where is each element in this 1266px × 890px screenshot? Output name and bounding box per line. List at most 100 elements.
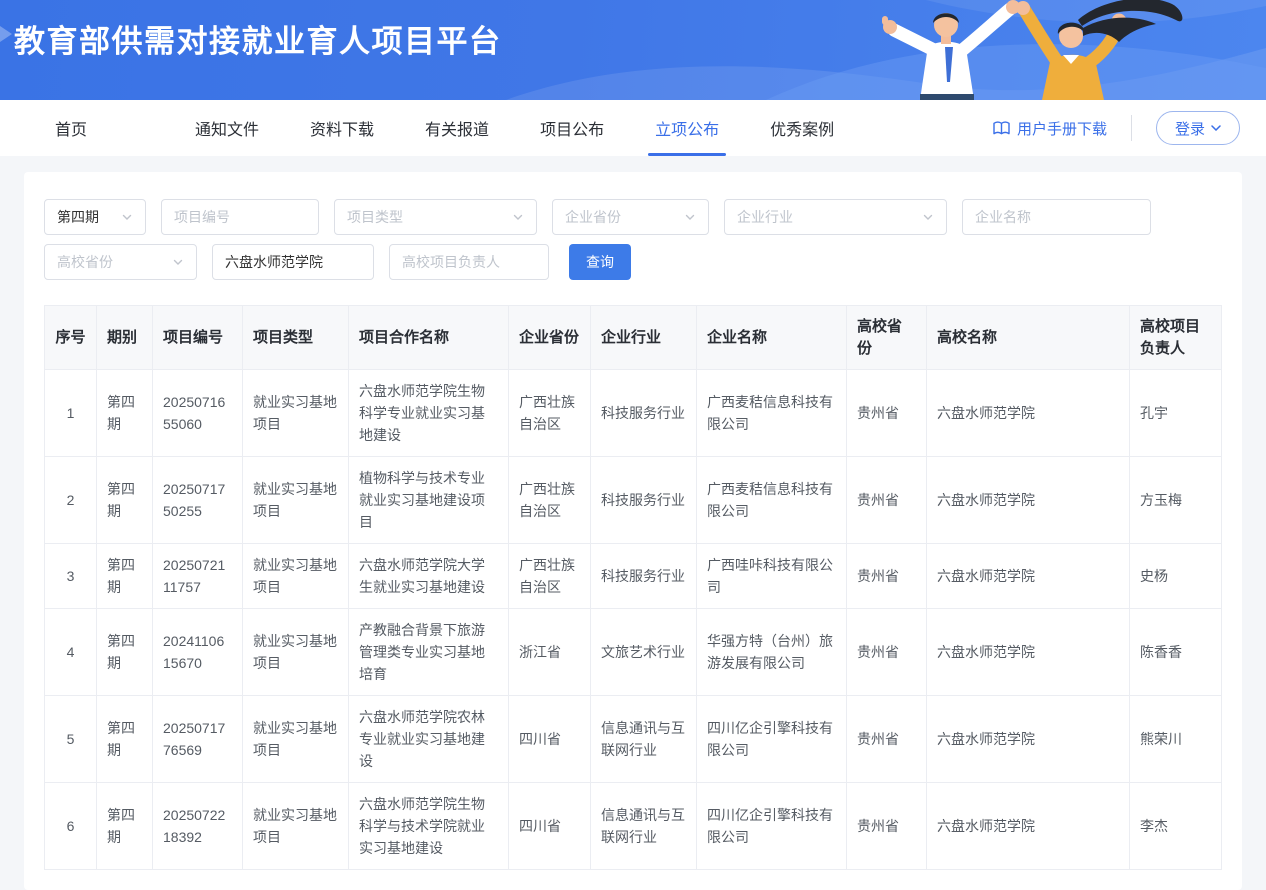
table-row: 2第四期2025071750255就业实习基地项目植物科学与技术专业就业实习基地…: [45, 457, 1222, 544]
nav-tab-related-reports[interactable]: 有关报道: [425, 100, 489, 156]
table-cell: 2: [45, 457, 97, 544]
table-cell: 产教融合背景下旅游管理类专业实习基地培育: [349, 609, 509, 696]
table-cell: 六盘水师范学院: [927, 457, 1130, 544]
university-name-input[interactable]: [212, 244, 374, 280]
table-cell: 贵州省: [847, 544, 927, 609]
column-header-7: 企业名称: [697, 306, 847, 370]
projects-table: 序号期别项目编号项目类型项目合作名称企业省份企业行业企业名称高校省份高校名称高校…: [44, 305, 1222, 870]
table-cell: 6: [45, 783, 97, 870]
table-cell: 2025071655060: [153, 370, 243, 457]
table-cell: 贵州省: [847, 609, 927, 696]
table-cell: 六盘水师范学院: [927, 370, 1130, 457]
nav-right-group: 用户手册下载 登录: [993, 111, 1226, 145]
enterprise-industry-select-value: 企业行业: [737, 207, 793, 227]
table-cell: 就业实习基地项目: [243, 544, 349, 609]
header-illustration: [842, 0, 1202, 100]
table-cell: 广西麦秸信息科技有限公司: [697, 370, 847, 457]
table-cell: 第四期: [97, 370, 153, 457]
filter-bar: 第四期 项目类型 企业省份 企业行业 高校省份 查询: [44, 199, 1222, 280]
chevron-down-icon: [121, 211, 133, 223]
project-number-input[interactable]: [161, 199, 319, 235]
table-cell: 就业实习基地项目: [243, 609, 349, 696]
table-row: 3第四期2025072111757就业实习基地项目六盘水师范学院大学生就业实习基…: [45, 544, 1222, 609]
table-cell: 广西哇咔科技有限公司: [697, 544, 847, 609]
project-type-select[interactable]: 项目类型: [334, 199, 537, 235]
period-select-value: 第四期: [57, 207, 99, 227]
chevron-down-icon: [172, 256, 184, 268]
table-cell: 2025071750255: [153, 457, 243, 544]
chevron-down-icon: [922, 211, 934, 223]
user-manual-label: 用户手册下载: [1017, 118, 1107, 139]
table-cell: 六盘水师范学院生物科学与技术学院就业实习基地建设: [349, 783, 509, 870]
table-cell: 5: [45, 696, 97, 783]
project-type-select-value: 项目类型: [347, 207, 403, 227]
table-cell: 陈香香: [1130, 609, 1222, 696]
table-cell: 就业实习基地项目: [243, 696, 349, 783]
table-cell: 六盘水师范学院农林专业就业实习基地建设: [349, 696, 509, 783]
man-figure: [882, 0, 1020, 100]
column-header-0: 序号: [45, 306, 97, 370]
table-cell: 1: [45, 370, 97, 457]
nav-tab-project-announcement[interactable]: 项目公布: [540, 100, 604, 156]
period-select[interactable]: 第四期: [44, 199, 146, 235]
table-row: 6第四期2025072218392就业实习基地项目六盘水师范学院生物科学与技术学…: [45, 783, 1222, 870]
nav-tab-home[interactable]: 首页: [55, 100, 87, 156]
table-cell: 六盘水师范学院: [927, 696, 1130, 783]
chevron-down-icon: [684, 211, 696, 223]
table-cell: 第四期: [97, 696, 153, 783]
table-cell: 华强方特（台州）旅游发展有限公司: [697, 609, 847, 696]
table-cell: 2025072111757: [153, 544, 243, 609]
table-cell: 孔宇: [1130, 370, 1222, 457]
column-header-1: 期别: [97, 306, 153, 370]
table-cell: 贵州省: [847, 696, 927, 783]
university-leader-input[interactable]: [389, 244, 549, 280]
site-title: 教育部供需对接就业育人项目平台: [14, 16, 502, 61]
enterprise-province-select[interactable]: 企业省份: [552, 199, 709, 235]
table-cell: 六盘水师范学院大学生就业实习基地建设: [349, 544, 509, 609]
site-header: 教育部供需对接就业育人项目平台: [0, 0, 1266, 100]
table-cell: 贵州省: [847, 370, 927, 457]
login-button[interactable]: 登录: [1156, 111, 1240, 145]
column-header-4: 项目合作名称: [349, 306, 509, 370]
table-cell: 第四期: [97, 783, 153, 870]
table-cell: 熊荣川: [1130, 696, 1222, 783]
content-card: 第四期项目类型企业省份企业行业 高校省份查询 序号期别项目编号项目类型项目合作名…: [24, 172, 1242, 890]
enterprise-industry-select[interactable]: 企业行业: [724, 199, 947, 235]
user-manual-download-link[interactable]: 用户手册下载: [993, 118, 1107, 139]
table-cell: 3: [45, 544, 97, 609]
enterprise-name-input[interactable]: [962, 199, 1151, 235]
table-header-row: 序号期别项目编号项目类型项目合作名称企业省份企业行业企业名称高校省份高校名称高校…: [45, 306, 1222, 370]
nav-tab-notice-files[interactable]: 通知文件: [195, 100, 259, 156]
table-cell: 贵州省: [847, 457, 927, 544]
table-cell: 广西壮族自治区: [509, 544, 591, 609]
column-header-2: 项目编号: [153, 306, 243, 370]
column-header-6: 企业行业: [591, 306, 697, 370]
search-button[interactable]: 查询: [569, 244, 631, 280]
filter-row-2: 高校省份 查询: [44, 244, 1222, 280]
table-cell: 六盘水师范学院: [927, 544, 1130, 609]
nav-tab-excellent-cases[interactable]: 优秀案例: [770, 100, 834, 156]
nav-tab-approval-announcement[interactable]: 立项公布: [655, 100, 719, 156]
table-cell: 科技服务行业: [591, 457, 697, 544]
table-cell: 四川省: [509, 696, 591, 783]
table-cell: 第四期: [97, 544, 153, 609]
login-label: 登录: [1175, 118, 1205, 139]
university-province-select[interactable]: 高校省份: [44, 244, 197, 280]
table-cell: 广西麦秸信息科技有限公司: [697, 457, 847, 544]
woman-figure: [1016, 0, 1182, 100]
table-cell: 广西壮族自治区: [509, 457, 591, 544]
page: 教育部供需对接就业育人项目平台: [0, 0, 1266, 890]
column-header-3: 项目类型: [243, 306, 349, 370]
table-row: 1第四期2025071655060就业实习基地项目六盘水师范学院生物科学专业就业…: [45, 370, 1222, 457]
table-cell: 四川亿企引擎科技有限公司: [697, 696, 847, 783]
table-cell: 植物科学与技术专业就业实习基地建设项目: [349, 457, 509, 544]
table-cell: 方玉梅: [1130, 457, 1222, 544]
table-cell: 六盘水师范学院生物科学专业就业实习基地建设: [349, 370, 509, 457]
table-cell: 李杰: [1130, 783, 1222, 870]
table-cell: 广西壮族自治区: [509, 370, 591, 457]
table-cell: 就业实习基地项目: [243, 370, 349, 457]
university-province-select-value: 高校省份: [57, 252, 113, 272]
nav-tab-material-download[interactable]: 资料下载: [310, 100, 374, 156]
table-cell: 四川亿企引擎科技有限公司: [697, 783, 847, 870]
main-nav: 首页 通知文件资料下载有关报道项目公布立项公布优秀案例 用户手册下载 登录: [0, 100, 1266, 156]
